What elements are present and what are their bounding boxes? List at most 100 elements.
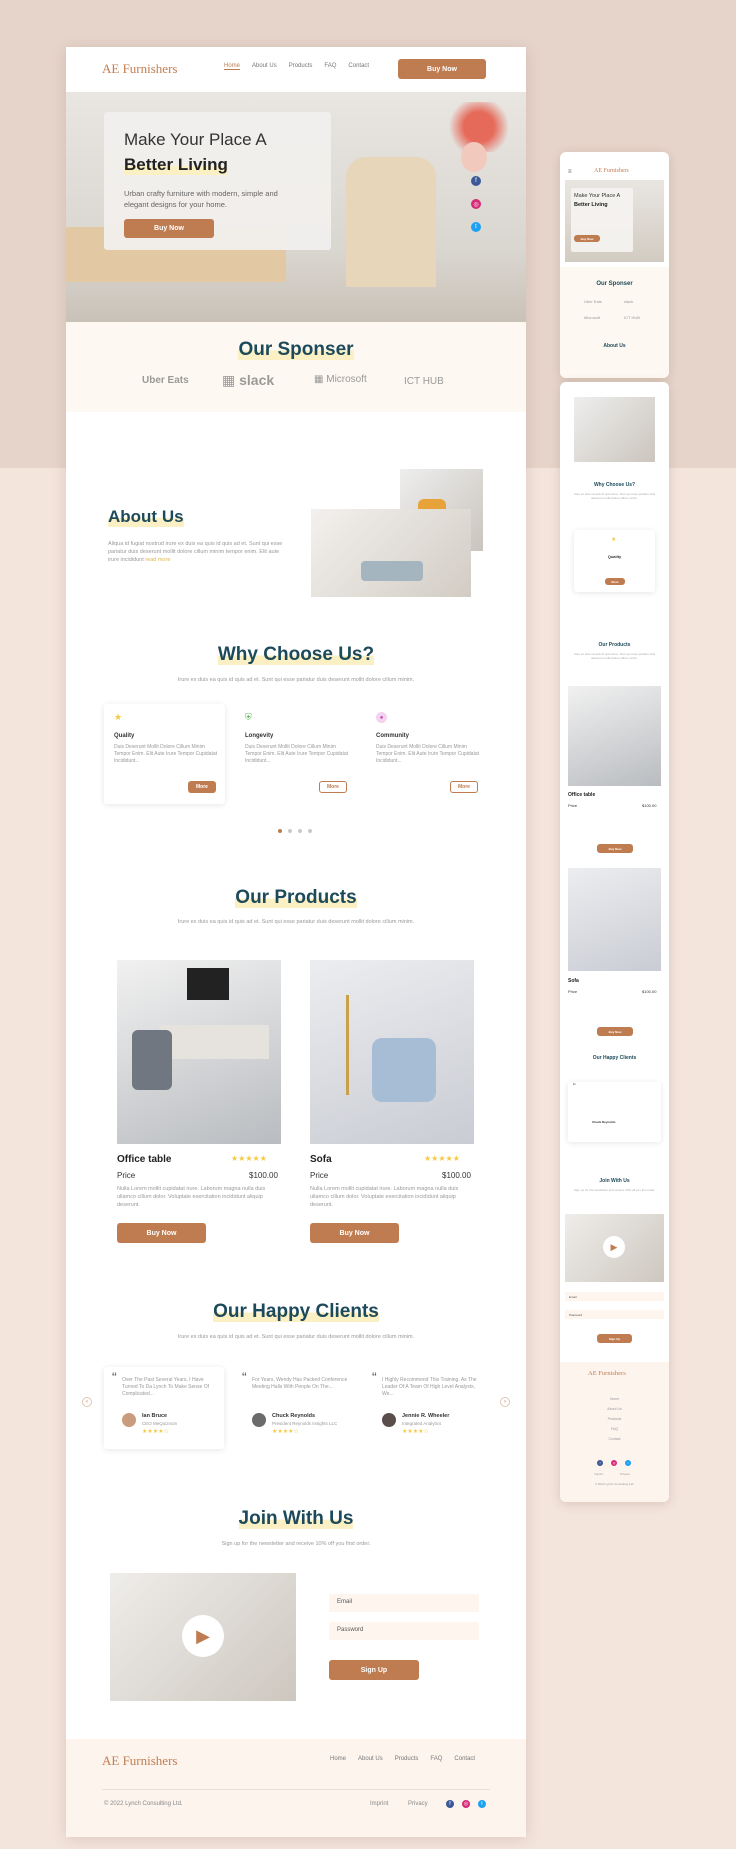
hero-card: Make Your Place A Better Living Urban cr…	[104, 112, 331, 250]
products-title: Our Products	[235, 887, 357, 908]
product-name: Sofa	[310, 1154, 332, 1165]
logo[interactable]: AE Furnishers	[102, 61, 177, 77]
copyright: © 2022 Lynch Consulting Ltd.	[104, 1801, 183, 1807]
mobile-join-video[interactable]: ▶	[565, 1214, 664, 1282]
client-role: CEO MeQuiznum	[142, 1421, 178, 1426]
footer-nav: Home About Us Products FAQ Contact	[330, 1756, 475, 1762]
client-name: Jennie R. Wheeler	[402, 1413, 450, 1419]
mobile-footer-logo[interactable]: AE Furnishers	[588, 1370, 626, 1377]
main-nav: Home About Us Products FAQ Contact	[224, 63, 369, 70]
product-buy-button[interactable]: Buy Now	[117, 1223, 206, 1243]
mobile-copyright: © 2022 Lynch Consulting Ltd.	[594, 1482, 635, 1486]
quote-icon: “	[372, 1369, 377, 1385]
nav-contact[interactable]: Contact	[348, 63, 369, 70]
join-video[interactable]: ▶	[110, 1573, 296, 1701]
hero-title-2: Better Living	[124, 155, 228, 175]
avatar	[252, 1413, 266, 1427]
mobile-logo[interactable]: AE Furnishers	[594, 168, 629, 174]
nav-home[interactable]: Home	[224, 63, 241, 70]
product-buy-button[interactable]: Buy Now	[310, 1223, 399, 1243]
instagram-icon[interactable]: ◎	[471, 199, 481, 209]
mobile-card-more-button[interactable]: More	[605, 578, 625, 585]
footer-link[interactable]: Home	[330, 1756, 346, 1762]
product-text: Nulla Lorem mollit cupidatat irure. Labo…	[117, 1186, 266, 1208]
mobile-product-buy-button[interactable]: Buy Now	[597, 844, 633, 853]
carousel-dot[interactable]	[298, 829, 302, 833]
facebook-icon[interactable]: f	[471, 176, 481, 186]
mobile-footer-link[interactable]: FAQ	[560, 1424, 669, 1434]
mobile-footer-link[interactable]: About Us	[560, 1404, 669, 1414]
footer-link[interactable]: FAQ	[430, 1756, 442, 1762]
mobile-email-field[interactable]: Email	[565, 1292, 664, 1301]
header-buy-button[interactable]: Buy Now	[398, 59, 486, 79]
mobile-preview-top: ≡ AE Furnishers Make Your Place A Better…	[560, 152, 669, 378]
carousel-dot[interactable]	[278, 829, 282, 833]
read-more-link[interactable]: read more	[145, 557, 170, 563]
play-icon[interactable]: ▶	[182, 1615, 224, 1657]
chevron-left-icon[interactable]: ‹	[82, 1397, 92, 1407]
twitter-icon[interactable]: t	[471, 222, 481, 232]
price-label: Price	[310, 1171, 329, 1180]
mobile-imprint-link[interactable]: Imprint	[594, 1472, 603, 1476]
testimonial-quote: Over The Past Several Years, I Have Turn…	[122, 1377, 209, 1397]
mobile-card-title: Quality	[607, 554, 622, 559]
avatar	[122, 1413, 136, 1427]
client-role: President Reynolds Insights LLC	[272, 1421, 338, 1426]
mobile-password-field[interactable]: Password	[565, 1310, 664, 1319]
mobile-footer-link[interactable]: Products	[560, 1414, 669, 1424]
people-icon: ●	[376, 712, 387, 723]
nav-faq[interactable]: FAQ	[324, 63, 336, 70]
facebook-icon[interactable]: f	[446, 1800, 454, 1808]
chevron-right-icon[interactable]: ›	[500, 1397, 510, 1407]
mobile-about-image	[574, 397, 655, 462]
client-name: Chuck Reynolds	[272, 1413, 316, 1419]
password-field[interactable]: Password	[329, 1622, 479, 1640]
instagram-icon[interactable]: ◎	[611, 1460, 617, 1466]
carousel-dot[interactable]	[308, 829, 312, 833]
vase	[461, 142, 487, 172]
mobile-footer-link[interactable]: Home	[560, 1394, 669, 1404]
sponsor-title: Our Sponser	[238, 339, 354, 360]
carousel-dot[interactable]	[288, 829, 292, 833]
play-icon[interactable]: ▶	[603, 1236, 625, 1258]
signup-button[interactable]: Sign Up	[329, 1660, 419, 1680]
card-more-button[interactable]: More	[319, 781, 347, 793]
footer-logo[interactable]: AE Furnishers	[102, 1753, 177, 1769]
card-more-button[interactable]: More	[450, 781, 478, 793]
mobile-signup-button[interactable]: Sign Up	[597, 1334, 632, 1343]
card-text: Duis Deserunt Mollit Dolore Cillum Minim…	[245, 744, 349, 764]
mobile-product-name: Sofa	[568, 978, 579, 984]
mobile-product-price: $100.00	[642, 803, 657, 808]
footer-link[interactable]: About Us	[358, 1756, 383, 1762]
client-rating: ★★★★☆	[402, 1429, 429, 1435]
card-more-button[interactable]: More	[188, 781, 216, 793]
mobile-why-subtitle: Irure ex duis ea quis id quis ad et. Sun…	[573, 492, 656, 500]
mobile-logo-microsoft: Microsoft	[584, 315, 601, 320]
nav-about[interactable]: About Us	[252, 63, 277, 70]
mobile-footer-nav: Home About Us Products FAQ Contact	[560, 1394, 669, 1444]
nav-products[interactable]: Products	[289, 63, 313, 70]
email-field[interactable]: Email	[329, 1594, 479, 1612]
privacy-link[interactable]: Privacy	[408, 1801, 428, 1807]
mobile-product-buy-button[interactable]: Buy Now	[597, 1027, 633, 1036]
imprint-link[interactable]: Imprint	[370, 1801, 388, 1807]
twitter-icon[interactable]: t	[625, 1460, 631, 1466]
mobile-privacy-link[interactable]: Privacy	[620, 1472, 630, 1476]
twitter-icon[interactable]: t	[478, 1800, 486, 1808]
menu-icon[interactable]: ≡	[568, 169, 572, 175]
facebook-icon[interactable]: f	[597, 1460, 603, 1466]
footer-link[interactable]: Products	[395, 1756, 419, 1762]
mobile-hero-buy-button[interactable]: Buy Now	[574, 235, 600, 242]
sponsor-section: Our Sponser Uber Eats ▦ slack ▦ Microsof…	[66, 322, 526, 412]
testimonial-card: “ Over The Past Several Years, I Have Tu…	[104, 1367, 224, 1449]
hero-buy-button[interactable]: Buy Now	[124, 219, 214, 238]
mobile-footer-link[interactable]: Contact	[560, 1434, 669, 1444]
product-rating: ★★★★★	[231, 1154, 267, 1163]
about-text: Aliqua id fugiat nostrud irure ex duis e…	[108, 541, 283, 563]
hero-text: Urban crafty furniture with modern, simp…	[124, 189, 278, 209]
card-text: Duis Deserunt Mollit Dolore Cillum Minim…	[376, 744, 480, 764]
instagram-icon[interactable]: ◎	[462, 1800, 470, 1808]
footer-link[interactable]: Contact	[454, 1756, 475, 1762]
logo-microsoft: ▦ Microsoft	[314, 374, 367, 385]
mobile-join-title: Join With Us	[599, 1178, 630, 1184]
